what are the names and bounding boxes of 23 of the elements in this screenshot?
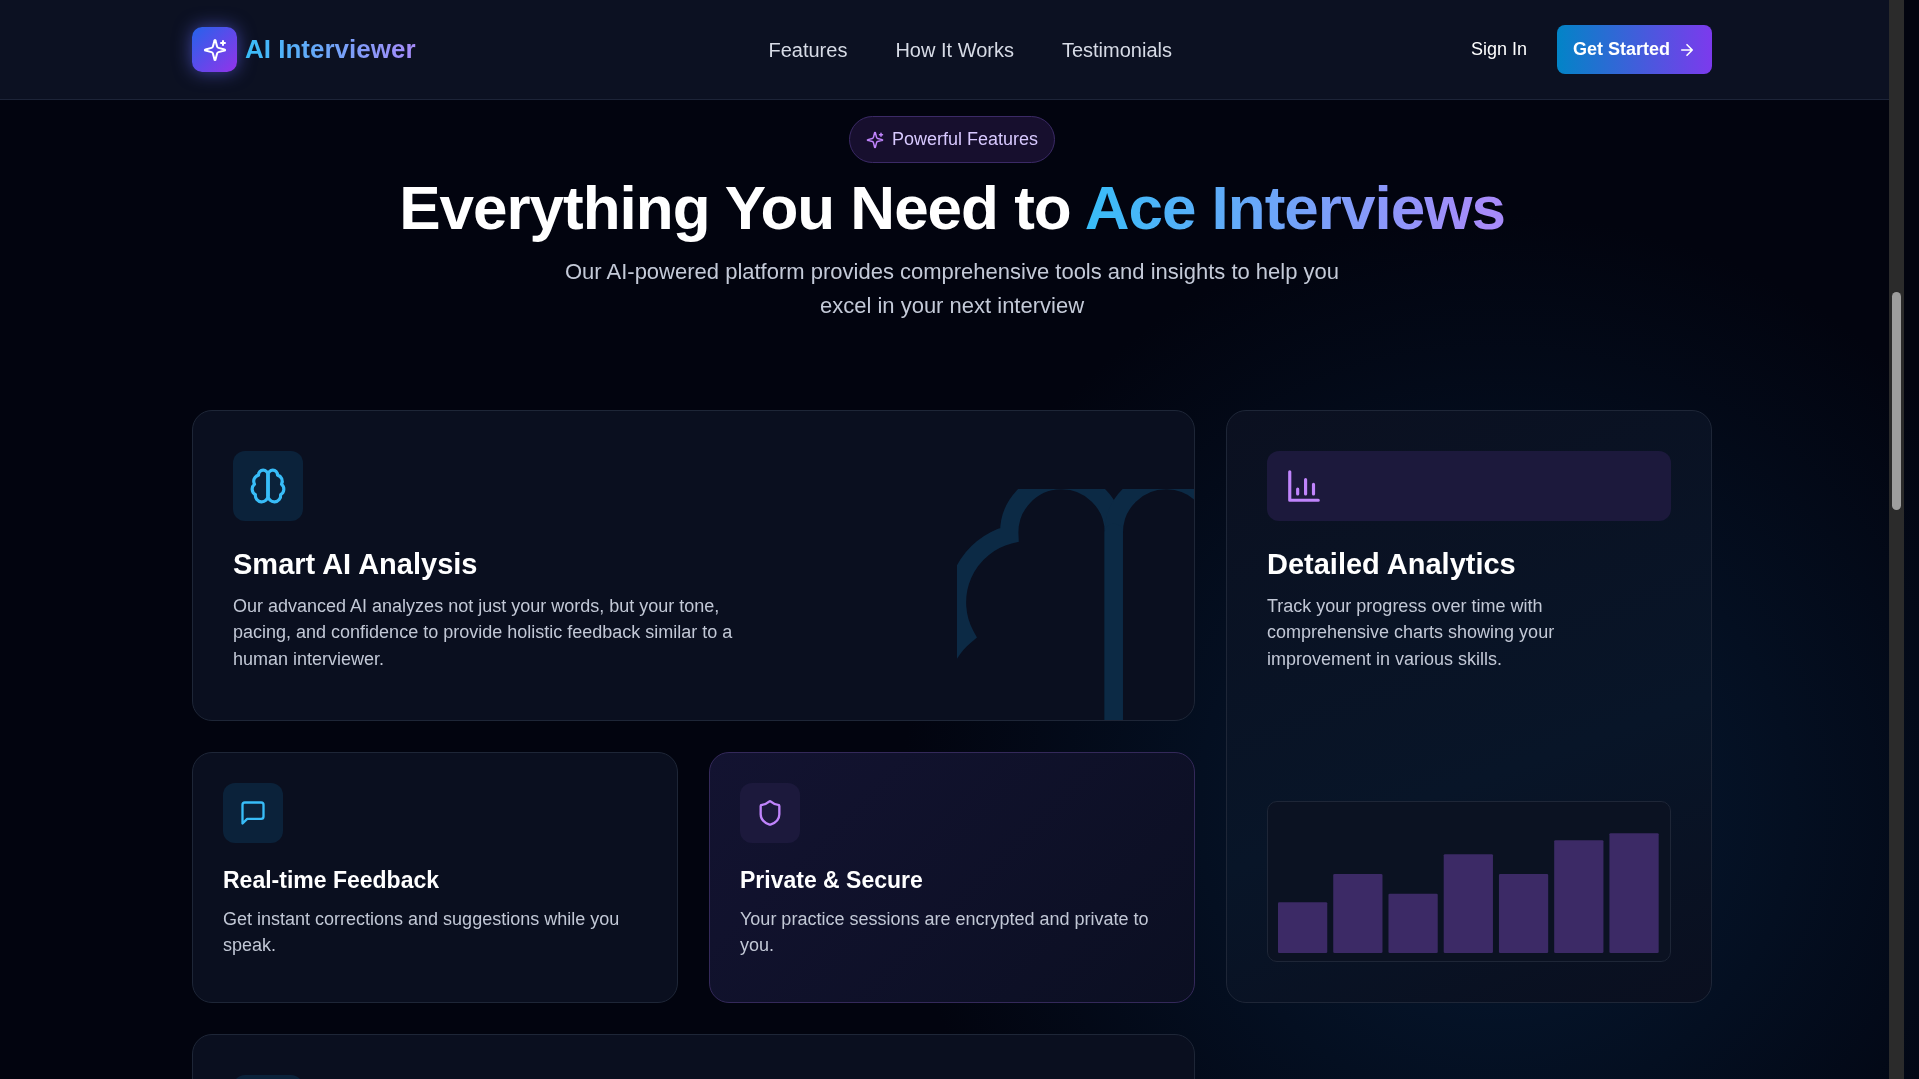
chart-bar	[1388, 893, 1438, 953]
chat-bubble-icon	[239, 798, 267, 827]
card-description: Track your progress over time with comprehensive charts showing your improvement in various skills.	[1267, 595, 1556, 671]
card-description: Your practice sessions are encrypted and private to you.	[740, 908, 1150, 958]
logo-icon[interactable]	[192, 27, 237, 72]
nav-link[interactable]: Testimonials	[1061, 34, 1172, 65]
brain-icon	[249, 466, 287, 505]
scrollbar[interactable]	[1889, 0, 1904, 1079]
section-badge: Powerful Features	[848, 116, 1056, 163]
card-description: Our advanced AI analyzes not just your words, but your tone, pacing, and confidence to provide holistic feedback similar to a human interviewer.	[233, 595, 734, 671]
card-title: Smart AI Analysis	[233, 546, 479, 582]
section-subtitle: Our AI-powered platform provides comprehensive tools and insights to help you excel in your next interview	[563, 258, 1341, 321]
get-started-button[interactable]: Get Started	[1556, 25, 1712, 74]
card-title: Detailed Analytics	[1267, 546, 1517, 582]
card-title: Private & Secure	[740, 866, 924, 895]
section-title: Everything You Need to Ace Interviews	[398, 172, 1506, 244]
card-description: Get instant corrections and suggestions while you speak.	[223, 908, 621, 958]
chart-bar	[1278, 901, 1328, 953]
sign-in-button[interactable]: Sign In	[1464, 35, 1533, 64]
card-title: Real-time Feedback	[223, 866, 441, 895]
nav-link[interactable]: How It Works	[895, 34, 1014, 65]
nav-link[interactable]: Features	[768, 34, 848, 65]
sparkle-icon	[865, 130, 884, 149]
